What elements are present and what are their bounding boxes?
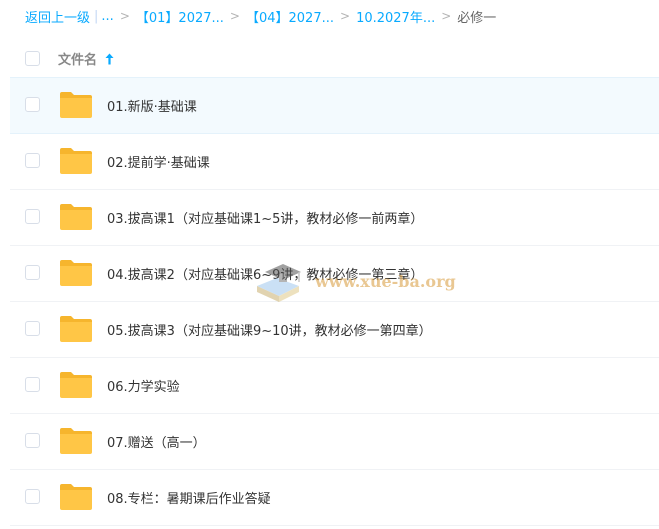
folder-icon bbox=[60, 260, 92, 286]
folder-icon bbox=[60, 204, 92, 230]
row-checkbox[interactable] bbox=[25, 433, 40, 448]
filename-column-label: 文件名 bbox=[58, 53, 98, 68]
row-checkbox[interactable] bbox=[25, 377, 40, 392]
breadcrumb-item-3[interactable]: 10.2027年... bbox=[356, 7, 435, 26]
row-checkbox[interactable] bbox=[25, 321, 40, 336]
file-row[interactable]: 06.力学实验 bbox=[10, 358, 659, 414]
breadcrumb-separator: > bbox=[340, 9, 351, 23]
file-row[interactable]: 01.新版·基础课 bbox=[10, 77, 659, 134]
row-checkbox[interactable] bbox=[25, 489, 40, 504]
file-name[interactable]: 08.专栏：暑期课后作业答疑 bbox=[107, 488, 271, 507]
file-name[interactable]: 01.新版·基础课 bbox=[107, 96, 197, 115]
back-link[interactable]: 返回上一级 bbox=[25, 7, 90, 26]
file-row[interactable]: 05.拔高课3（对应基础课9~10讲，教材必修一第四章） bbox=[10, 302, 659, 358]
filename-column-header[interactable]: 文件名 bbox=[58, 49, 114, 68]
file-name[interactable]: 02.提前学·基础课 bbox=[107, 152, 210, 171]
breadcrumb-pipe: | bbox=[94, 8, 99, 24]
breadcrumb-item-1[interactable]: 【01】2027... bbox=[136, 7, 224, 26]
folder-icon bbox=[60, 372, 92, 398]
breadcrumb-separator: > bbox=[119, 9, 130, 23]
folder-icon bbox=[60, 316, 92, 342]
breadcrumb-separator: > bbox=[229, 9, 240, 23]
file-name[interactable]: 07.赠送（高一） bbox=[107, 432, 206, 451]
row-checkbox[interactable] bbox=[25, 153, 40, 168]
file-name[interactable]: 05.拔高课3（对应基础课9~10讲，教材必修一第四章） bbox=[107, 320, 432, 339]
file-name[interactable]: 04.拔高课2（对应基础课6~9讲，教材必修一第三章） bbox=[107, 264, 423, 283]
file-list: 01.新版·基础课 02.提前学·基础课 03.拔高课1（对应基础课1~5讲，教材必… bbox=[10, 77, 659, 526]
file-row[interactable]: 02.提前学·基础课 bbox=[10, 134, 659, 190]
file-name[interactable]: 03.拔高课1（对应基础课1~5讲，教材必修一前两章） bbox=[107, 208, 423, 227]
folder-icon bbox=[60, 428, 92, 454]
arrow-up-icon bbox=[105, 53, 114, 64]
row-checkbox[interactable] bbox=[25, 265, 40, 280]
folder-icon bbox=[60, 92, 92, 118]
file-row[interactable]: 07.赠送（高一） bbox=[10, 414, 659, 470]
breadcrumb-current: 必修一 bbox=[457, 10, 497, 26]
breadcrumb-item-2[interactable]: 【04】2027... bbox=[246, 7, 334, 26]
folder-icon bbox=[60, 484, 92, 510]
row-checkbox[interactable] bbox=[25, 97, 40, 112]
breadcrumb: 返回上一级 | ... > 【01】2027... > 【04】2027... … bbox=[25, 5, 496, 27]
file-list-header: 文件名 bbox=[10, 40, 659, 77]
folder-icon bbox=[60, 148, 92, 174]
file-row[interactable]: 08.专栏：暑期课后作业答疑 bbox=[10, 470, 659, 526]
breadcrumb-ellipsis[interactable]: ... bbox=[101, 9, 113, 24]
file-row[interactable]: 03.拔高课1（对应基础课1~5讲，教材必修一前两章） bbox=[10, 190, 659, 246]
row-checkbox[interactable] bbox=[25, 209, 40, 224]
select-all-checkbox[interactable] bbox=[25, 51, 40, 66]
file-row[interactable]: 04.拔高课2（对应基础课6~9讲，教材必修一第三章） bbox=[10, 246, 659, 302]
breadcrumb-separator: > bbox=[441, 9, 452, 23]
file-name[interactable]: 06.力学实验 bbox=[107, 376, 180, 395]
